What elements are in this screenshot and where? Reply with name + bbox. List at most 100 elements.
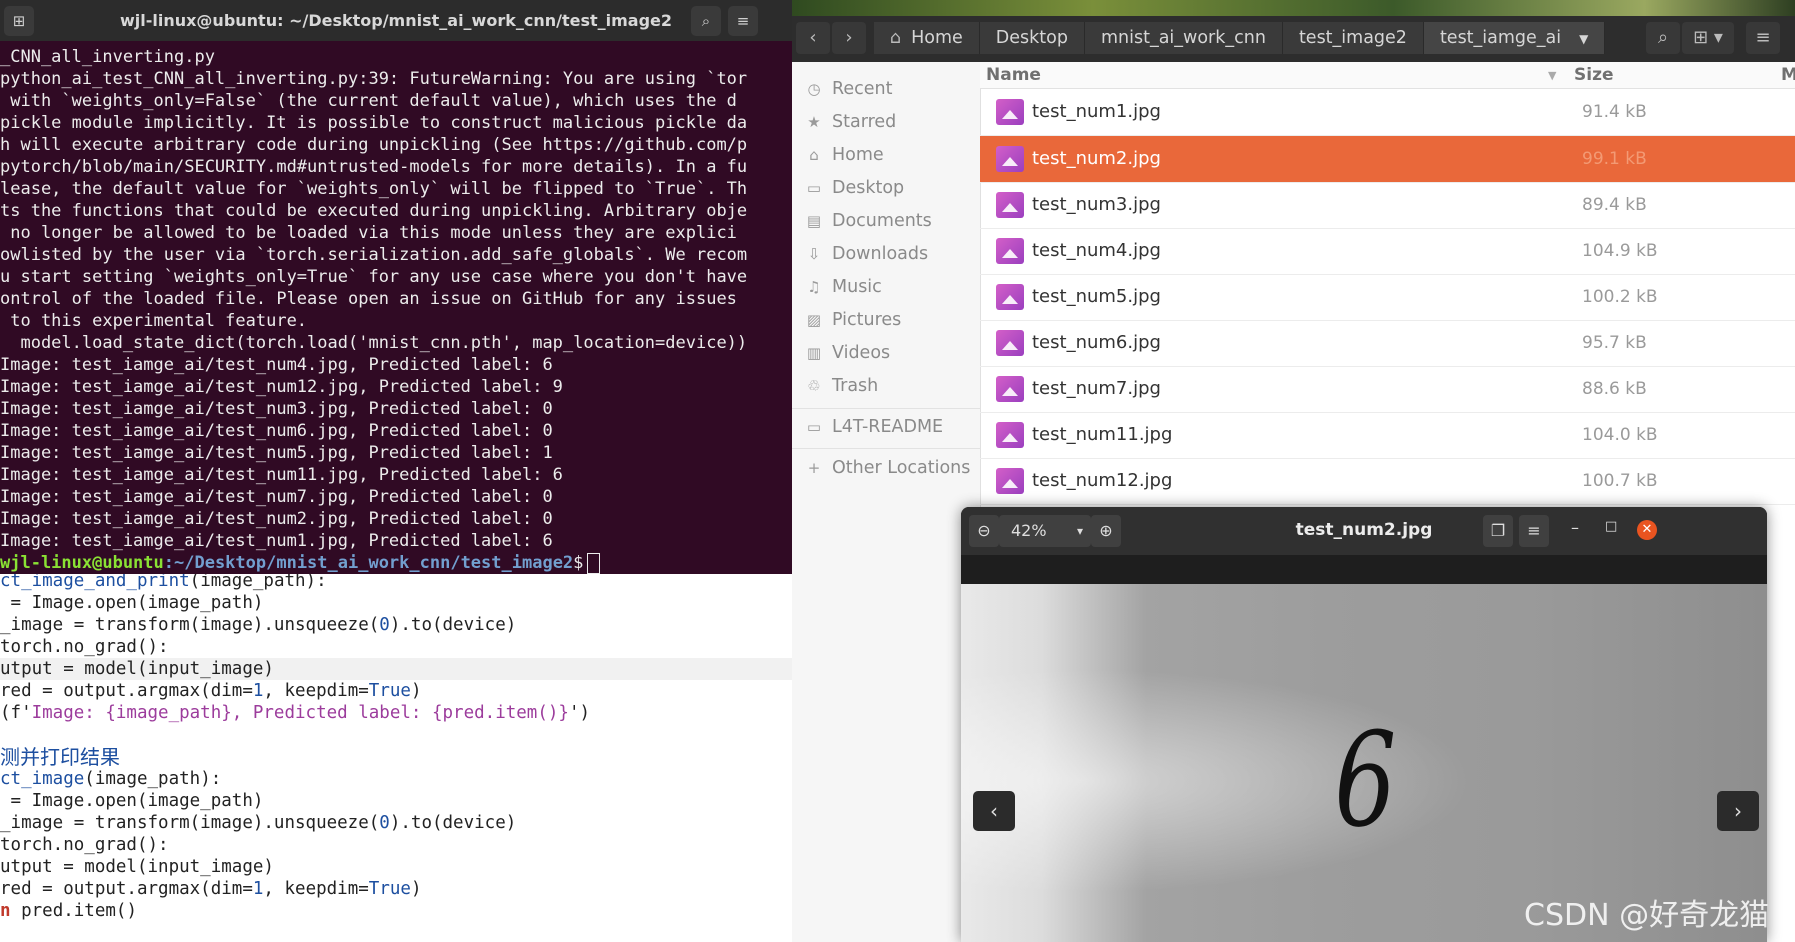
sidebar-item-videos[interactable]: ▥ Videos bbox=[792, 336, 980, 370]
file-row[interactable]: test_num3.jpg 89.4 kB bbox=[980, 182, 1795, 229]
image-viewer-window[interactable]: ⊖ 42% ▾ ⊕ test_num2.jpg ❐ ≡ – □ ✕ 6 ‹ › bbox=[961, 507, 1767, 942]
file-row[interactable]: test_num12.jpg 100.7 kB bbox=[980, 458, 1795, 505]
viewer-titlebar: ⊖ 42% ▾ ⊕ test_num2.jpg ❐ ≡ – □ ✕ bbox=[961, 507, 1767, 555]
file-size: 99.1 kB bbox=[1582, 149, 1647, 169]
file-row-selected[interactable]: test_num2.jpg 99.1 kB bbox=[980, 136, 1795, 183]
file-row[interactable]: test_num7.jpg 88.6 kB bbox=[980, 366, 1795, 413]
file-size: 91.4 kB bbox=[1582, 102, 1647, 122]
file-row[interactable]: test_num1.jpg 91.4 kB bbox=[980, 89, 1795, 136]
code-text: ) bbox=[410, 879, 422, 899]
code-text: red = output.argmax(dim= bbox=[0, 681, 253, 701]
function-name: ct_image_and_print bbox=[0, 574, 190, 591]
terminal-title: wjl-linux@ubuntu: ~/Desktop/mnist_ai_wor… bbox=[119, 11, 673, 30]
terminal-prompt[interactable]: wjl-linux@ubuntu:~/Desktop/mnist_ai_work… bbox=[0, 552, 792, 574]
places-sidebar: ◷ Recent ★ Starred ⌂ Home ▭ Desktop ▤ Documen… bbox=[792, 62, 981, 942]
image-file-icon bbox=[996, 330, 1024, 356]
sidebar-item-pictures[interactable]: ▨ Pictures bbox=[792, 303, 980, 337]
sort-chevron-icon[interactable]: ▼ bbox=[1548, 69, 1556, 82]
search-icon[interactable]: ⌕ bbox=[1646, 22, 1680, 54]
sidebar-item-label: Videos bbox=[832, 343, 891, 363]
terminal-line: Image: test_iamge_ai/test_num12.jpg, Pre… bbox=[0, 377, 563, 397]
breadcrumb-test-image2[interactable]: test_image2 bbox=[1282, 22, 1424, 54]
star-icon: ★ bbox=[807, 113, 821, 131]
image-file-icon bbox=[996, 99, 1024, 125]
next-image-button[interactable]: › bbox=[1717, 791, 1759, 831]
sidebar-item-l4t-readme[interactable]: ▭ L4T-README bbox=[792, 410, 980, 444]
sidebar-item-starred[interactable]: ★ Starred bbox=[792, 105, 980, 139]
file-size: 104.9 kB bbox=[1582, 241, 1658, 261]
terminal-line: ts the functions that could be executed … bbox=[0, 201, 748, 221]
file-row[interactable]: test_num11.jpg 104.0 kB bbox=[980, 412, 1795, 459]
terminal-window[interactable]: ⊞ wjl-linux@ubuntu: ~/Desktop/mnist_ai_w… bbox=[0, 0, 792, 574]
breadcrumb-test-iamge-ai[interactable]: test_iamge_ai ▼ bbox=[1423, 22, 1606, 54]
code-line: ct_image_and_print(image_path): bbox=[0, 574, 792, 592]
file-size: 100.2 kB bbox=[1582, 287, 1658, 307]
breadcrumb-label: Home bbox=[911, 28, 963, 48]
code-text: (image_path): bbox=[84, 769, 222, 789]
breadcrumb-mnist-ai-work-cnn[interactable]: mnist_ai_work_cnn bbox=[1084, 22, 1283, 54]
minimize-icon[interactable]: – bbox=[1571, 518, 1579, 537]
document-icon: ▤ bbox=[806, 212, 822, 230]
function-name: ct_image bbox=[0, 769, 85, 789]
image-file-icon bbox=[996, 238, 1024, 264]
code-line: _image = transform(image).unsqueeze(0).t… bbox=[0, 812, 792, 834]
sidebar-item-label: Other Locations bbox=[832, 458, 971, 478]
file-name: test_num5.jpg bbox=[1032, 286, 1161, 307]
sidebar-item-other-locations[interactable]: + Other Locations bbox=[792, 451, 980, 485]
terminal-cursor bbox=[587, 552, 601, 574]
code-number: 0 bbox=[379, 615, 390, 635]
file-row[interactable]: test_num5.jpg 100.2 kB bbox=[980, 274, 1795, 321]
gallery-icon[interactable]: ❐ bbox=[1483, 515, 1513, 547]
terminal-line: model.load_state_dict(torch.load('mnist_… bbox=[0, 333, 748, 353]
breadcrumb-home[interactable]: ⌂ Home bbox=[874, 22, 980, 54]
sidebar-divider bbox=[792, 408, 980, 409]
desktop-wallpaper bbox=[792, 0, 1795, 16]
forward-button[interactable]: › bbox=[832, 22, 866, 54]
previous-image-button[interactable]: ‹ bbox=[973, 791, 1015, 831]
sidebar-item-recent[interactable]: ◷ Recent bbox=[792, 72, 980, 106]
terminal-line: Image: test_iamge_ai/test_num11.jpg, Pre… bbox=[0, 465, 563, 485]
code-line: (f'Image: {image_path}, Predicted label:… bbox=[0, 702, 792, 724]
column-size-header[interactable]: Size bbox=[1574, 65, 1614, 85]
terminal-line: to this experimental feature. bbox=[0, 311, 308, 331]
sidebar-item-desktop[interactable]: ▭ Desktop bbox=[792, 171, 980, 205]
sidebar-item-trash[interactable]: ♲ Trash bbox=[792, 369, 980, 403]
sidebar-item-documents[interactable]: ▤ Documents bbox=[792, 204, 980, 238]
maximize-icon[interactable]: □ bbox=[1605, 519, 1617, 534]
file-row[interactable]: test_num6.jpg 95.7 kB bbox=[980, 320, 1795, 367]
sidebar-item-music[interactable]: ♫ Music bbox=[792, 270, 980, 304]
close-icon[interactable]: ✕ bbox=[1637, 520, 1657, 540]
breadcrumb-desktop[interactable]: Desktop bbox=[979, 22, 1085, 54]
code-editor[interactable]: ct_image_and_print(image_path): = Image.… bbox=[0, 574, 792, 942]
chevron-down-icon[interactable]: ▼ bbox=[1579, 32, 1588, 46]
hamburger-menu-icon[interactable]: ≡ bbox=[728, 6, 758, 36]
code-number: 1 bbox=[252, 681, 264, 701]
column-modified-header[interactable]: M bbox=[1781, 65, 1795, 85]
sidebar-item-home[interactable]: ⌂ Home bbox=[792, 138, 980, 172]
code-comment: 测并打印结果 bbox=[0, 746, 120, 768]
sidebar-item-downloads[interactable]: ⇩ Downloads bbox=[792, 237, 980, 271]
back-button[interactable]: ‹ bbox=[796, 22, 830, 54]
terminal-output[interactable]: _CNN_all_inverting.py python_ai_test_CNN… bbox=[0, 46, 792, 574]
view-grid-icon[interactable]: ⊞ ▾ bbox=[1682, 22, 1734, 54]
handwritten-digit: 6 bbox=[1334, 704, 1397, 856]
file-row[interactable]: test_num4.jpg 104.9 kB bbox=[980, 228, 1795, 275]
code-line: = Image.open(image_path) bbox=[0, 791, 264, 811]
column-name-header[interactable]: Name bbox=[986, 65, 1041, 85]
file-name: test_num2.jpg bbox=[1032, 148, 1161, 169]
digit-photo: 6 bbox=[961, 584, 1767, 942]
music-icon: ♫ bbox=[807, 278, 821, 296]
file-size: 100.7 kB bbox=[1582, 471, 1658, 491]
code-keyword: n bbox=[0, 901, 11, 921]
code-line: red = output.argmax(dim=1, keepdim=True) bbox=[0, 878, 792, 900]
terminal-line: owlisted by the user via `torch.serializ… bbox=[0, 245, 748, 265]
code-number: 0 bbox=[379, 813, 390, 833]
hamburger-menu-icon[interactable]: ≡ bbox=[1746, 22, 1780, 54]
code-string: Image: {image_path}, Predicted label: {p… bbox=[31, 703, 569, 723]
search-icon[interactable]: ⌕ bbox=[691, 6, 721, 36]
file-name: test_num11.jpg bbox=[1032, 424, 1173, 445]
file-name: test_num7.jpg bbox=[1032, 378, 1161, 399]
hamburger-menu-icon[interactable]: ≡ bbox=[1519, 515, 1549, 547]
file-size: 95.7 kB bbox=[1582, 333, 1647, 353]
code-line: torch.no_grad(): bbox=[0, 835, 169, 855]
